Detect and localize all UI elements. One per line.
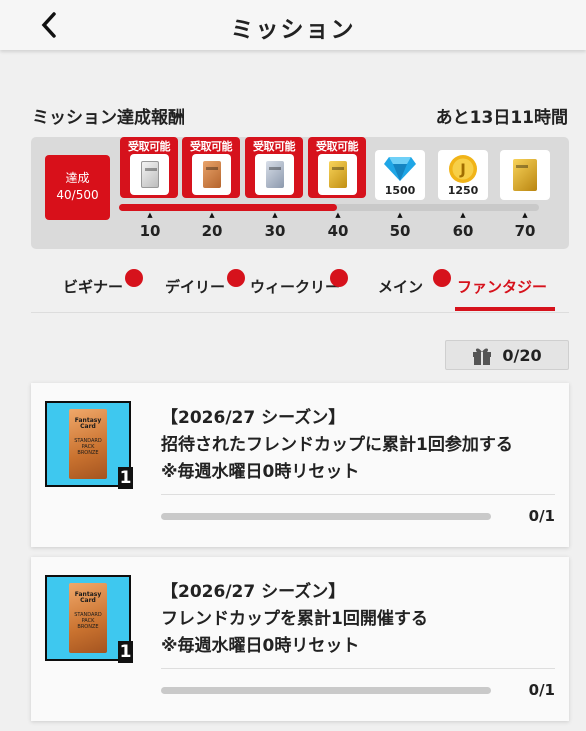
milestone-level: 40 — [327, 222, 349, 240]
claim-label: 受取可能 — [128, 140, 171, 153]
reward-pack-thumbnail: Fantasy Card STANDARD PACK BRONZE 1 — [45, 575, 133, 663]
gift-icon — [473, 348, 492, 365]
mission-tabs: ビギナー デイリー ウィークリー メイン ファンタジー — [31, 266, 569, 313]
milestone-tick: ▲ 10 — [130, 211, 170, 243]
silver-pack-icon — [130, 154, 169, 195]
tab-main[interactable]: メイン — [378, 269, 451, 297]
notification-dot — [330, 269, 348, 287]
bronze-pack-icon — [192, 154, 231, 195]
gem-amount: 1500 — [384, 184, 416, 197]
tab-fantasy[interactable]: ファンタジー — [457, 276, 547, 297]
milestone-tick: ▲ 50 — [380, 211, 420, 243]
claim-label: 受取可能 — [316, 140, 359, 153]
milestone-tick: ▲ 60 — [443, 211, 483, 243]
reward-track[interactable]: 達成 40/500 受取可能 受取可能 受取可能 受取可能 1500 J 125… — [31, 137, 569, 249]
milestone-level: 50 — [389, 222, 411, 240]
milestone-progress-bar — [119, 204, 539, 211]
milestone-reward-50[interactable]: 1500 — [370, 137, 428, 200]
mission-progress-bar — [161, 513, 491, 520]
claim-label: 受取可能 — [190, 140, 233, 153]
achieve-count: 40/500 — [56, 188, 99, 202]
mission-description: 招待されたフレンドカップに累計1回参加する — [161, 435, 513, 455]
pack-line: BRONZE — [77, 624, 99, 630]
mission-text: 【2026/27 シーズン】 招待されたフレンドカップに累計1回参加する ※毎週… — [161, 405, 513, 486]
reward-header: ミッション達成報酬 あと13日11時間 — [32, 103, 568, 128]
pack-line: BRONZE — [77, 450, 99, 456]
notification-dot — [227, 269, 245, 287]
tab-label: デイリー — [165, 278, 226, 296]
gold-pack-icon — [500, 150, 550, 200]
milestone-level: 20 — [201, 222, 223, 240]
mission-season: 【2026/27 シーズン】 — [161, 408, 346, 428]
milestone-tick: ▲ 40 — [318, 211, 358, 243]
bronze-pack-icon: Fantasy Card STANDARD PACK BRONZE — [69, 583, 107, 653]
reward-title: ミッション達成報酬 — [32, 108, 185, 128]
time-left: あと13日11時間 — [435, 108, 568, 128]
milestone-tick: ▲ 30 — [255, 211, 295, 243]
milestone-level: 70 — [514, 222, 536, 240]
active-tab-indicator — [455, 307, 555, 311]
mission-card[interactable]: Fantasy Card STANDARD PACK BRONZE 1 【202… — [31, 557, 569, 721]
milestone-reward-70[interactable] — [495, 137, 553, 200]
bronze-pack-icon: Fantasy Card STANDARD PACK BRONZE — [69, 409, 107, 479]
reward-quantity: 1 — [118, 641, 133, 663]
pack-line: STANDARD PACK — [74, 438, 102, 450]
mission-note: ※毎週水曜日0時リセット — [161, 462, 360, 482]
mission-season: 【2026/27 シーズン】 — [161, 582, 346, 602]
tab-label: ウィークリー — [250, 278, 341, 296]
milestone-level: 60 — [452, 222, 474, 240]
milestone-reward-60[interactable]: J 1250 — [433, 137, 491, 200]
milestone-tick: ▲ 70 — [505, 211, 545, 243]
tab-beginner[interactable]: ビギナー — [63, 269, 143, 297]
j-coin-icon: J 1250 — [438, 150, 488, 200]
reward-pack-thumbnail: Fantasy Card STANDARD PACK BRONZE 1 — [45, 401, 133, 489]
silver-blue-pack-icon — [255, 154, 294, 195]
milestone-progress-fill — [119, 204, 338, 211]
page-title: ミッション — [230, 17, 356, 43]
milestone-reward-20[interactable]: 受取可能 — [182, 137, 240, 198]
mission-progress-count: 0/1 — [528, 507, 555, 525]
mission-progress-bar — [161, 687, 491, 694]
mission-card[interactable]: Fantasy Card STANDARD PACK BRONZE 1 【202… — [31, 383, 569, 547]
tab-label: ファンタジー — [457, 278, 548, 296]
divider — [161, 494, 555, 495]
achievement-badge: 達成 40/500 — [45, 155, 110, 220]
achieve-label: 達成 — [65, 171, 90, 185]
milestone-reward-30[interactable]: 受取可能 — [245, 137, 303, 198]
pack-brand: Fantasy Card — [74, 417, 102, 430]
milestone-level: 30 — [264, 222, 286, 240]
pack-brand: Fantasy Card — [74, 591, 102, 604]
milestone-tick: ▲ 20 — [192, 211, 232, 243]
coin-amount: 1250 — [447, 184, 479, 197]
notification-dot — [125, 269, 143, 287]
tab-label: ビギナー — [63, 278, 124, 296]
mission-description: フレンドカップを累計1回開催する — [161, 609, 428, 629]
notification-dot — [433, 269, 451, 287]
tab-label: メイン — [378, 278, 424, 296]
claim-label: 受取可能 — [253, 140, 296, 153]
mission-progress-count: 0/1 — [528, 681, 555, 699]
diamond-gem-icon: 1500 — [375, 150, 425, 200]
counter-value: 0/20 — [502, 345, 542, 365]
milestone-level: 10 — [139, 222, 161, 240]
gold-pack-icon — [318, 154, 357, 195]
divider — [161, 668, 555, 669]
milestone-reward-10[interactable]: 受取可能 — [120, 137, 178, 198]
header-bar: ミッション — [0, 0, 586, 50]
reward-quantity: 1 — [118, 467, 133, 489]
mission-text: 【2026/27 シーズン】 フレンドカップを累計1回開催する ※毎週水曜日0時… — [161, 579, 428, 660]
milestone-reward-40[interactable]: 受取可能 — [308, 137, 366, 198]
svg-text:J: J — [459, 161, 466, 179]
mission-note: ※毎週水曜日0時リセット — [161, 636, 360, 656]
mission-counter: 0/20 — [445, 340, 569, 370]
tab-weekly[interactable]: ウィークリー — [250, 269, 348, 297]
pack-line: STANDARD PACK — [74, 612, 102, 624]
tab-daily[interactable]: デイリー — [165, 269, 245, 297]
